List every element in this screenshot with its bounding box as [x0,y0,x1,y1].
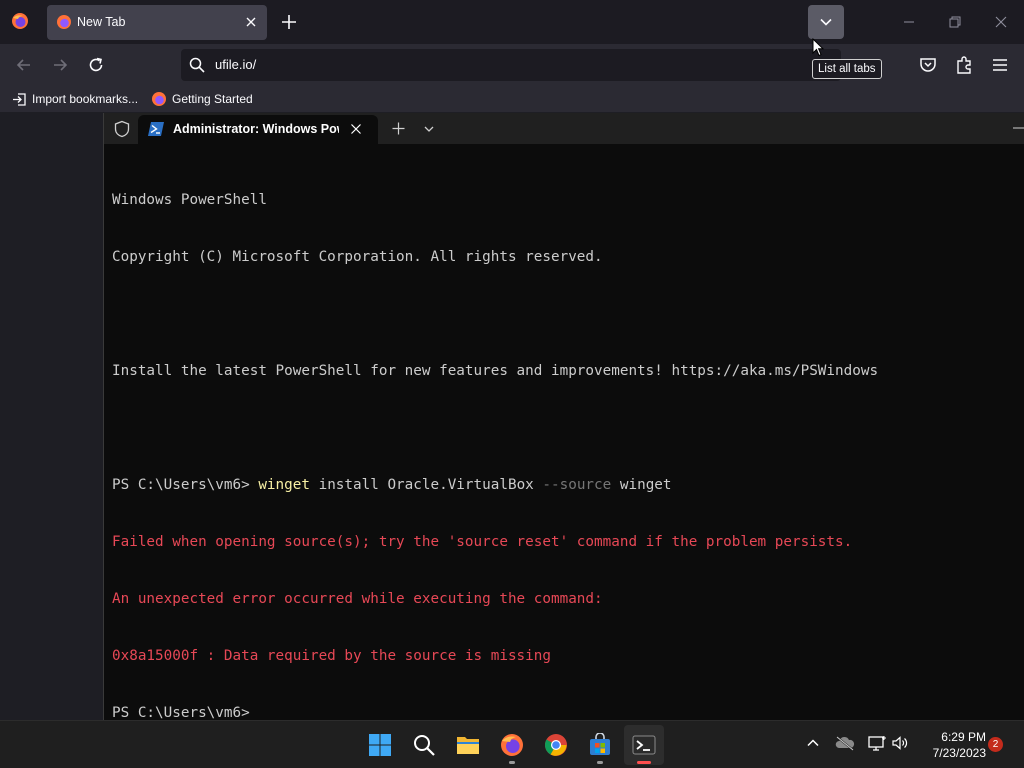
start-icon [369,734,391,756]
console-output[interactable]: Windows PowerShell Copyright (C) Microso… [112,153,878,761]
command-line: PS C:\Users\vm6> winget install Oracle.V… [112,476,878,495]
error-line: An unexpected error occurred while execu… [112,591,603,607]
command-args: install Oracle.VirtualBox [309,477,543,493]
start-button[interactable] [360,725,400,765]
firefox-icon [57,15,71,29]
url-bar[interactable]: ufile.io/ [181,49,841,81]
tab-title: New Tab [77,15,126,29]
chevron-down-icon [820,18,832,26]
extensions-puzzle-icon[interactable] [954,55,974,75]
clock-time: 6:29 PM [941,730,986,744]
prompt: PS C:\Users\vm6> [112,477,259,493]
shield-icon [114,120,130,138]
terminal-icon [632,735,656,755]
back-arrow-icon[interactable] [14,55,34,75]
file-explorer-icon [457,737,479,754]
taskbar-search-button[interactable] [404,725,444,765]
clock-date: 7/23/2023 [932,746,986,760]
terminal-window: Administrator: Windows PowerShell Window… [103,113,1024,721]
error-line: 0x8a15000f : Data required by the source… [112,648,551,664]
running-indicator [597,761,603,764]
reload-icon[interactable] [86,55,106,75]
browser-tab-bar: New Tab [0,0,1024,44]
bookmarks-toolbar: Import bookmarks... Getting Started [0,86,1024,112]
firefox-icon [501,734,523,756]
import-icon [13,92,26,106]
pocket-icon[interactable] [918,55,938,75]
new-tab-plus-icon[interactable] [280,13,298,31]
system-clock[interactable]: 6:29 PM 7/23/2023 [914,729,986,761]
firefox-icon [152,92,166,106]
close-icon[interactable] [350,123,362,135]
chevron-up-icon[interactable] [805,735,821,751]
console-line: Copyright (C) Microsoft Corporation. All… [112,249,603,265]
mouse-cursor-icon [812,38,824,57]
command-parameter: --source [542,477,612,493]
browser-tab-new-tab[interactable]: New Tab [47,5,267,40]
chevron-down-icon[interactable] [423,124,435,134]
running-indicator [509,761,515,764]
search-icon [414,735,435,756]
taskbar-terminal[interactable] [624,725,664,765]
console-line: Install the latest PowerShell for new fe… [112,363,879,379]
powershell-icon [148,122,164,136]
console-line: Windows PowerShell [112,192,267,208]
close-window-icon[interactable] [992,13,1010,31]
new-terminal-tab-plus-icon[interactable] [392,122,405,135]
command-args: winget [611,477,672,493]
bookmark-import[interactable]: Import bookmarks... [12,90,138,108]
onedrive-cloud-icon[interactable] [835,735,855,751]
active-indicator [637,761,651,764]
tooltip: List all tabs [812,59,882,79]
chrome-icon [545,734,567,756]
minimize-window-icon[interactable] [900,13,918,31]
volume-icon[interactable] [891,735,909,751]
taskbar-chrome[interactable] [536,725,576,765]
bookmark-label: Import bookmarks... [32,92,139,106]
microsoft-store-icon [590,733,610,755]
search-icon [189,57,205,73]
bookmark-label: Getting Started [172,92,253,106]
taskbar-microsoft-store[interactable] [580,725,620,765]
notification-badge[interactable]: 2 [988,737,1003,752]
bookmark-getting-started[interactable]: Getting Started [151,90,253,108]
close-tab-icon[interactable] [243,14,259,30]
taskbar-firefox[interactable] [492,725,532,765]
list-all-tabs-button[interactable] [808,5,844,39]
minimize-window-icon[interactable] [1010,121,1024,135]
terminal-tab-bar: Administrator: Windows PowerShell [104,113,1024,144]
restore-window-icon[interactable] [946,13,964,31]
error-line: Failed when opening source(s); try the '… [112,534,853,550]
terminal-tab-powershell[interactable]: Administrator: Windows PowerShell [138,115,378,144]
command-name: winget [258,477,310,493]
taskbar-file-explorer[interactable] [448,725,488,765]
url-text[interactable]: ufile.io/ [215,57,256,72]
taskbar: 6:29 PM 7/23/2023 2 [0,720,1024,768]
forward-arrow-icon[interactable] [50,55,70,75]
network-icon[interactable] [867,735,887,751]
terminal-tab-title: Administrator: Windows PowerShell [173,122,339,136]
firefox-logo-icon [12,13,28,29]
hamburger-menu-icon[interactable] [990,55,1010,75]
